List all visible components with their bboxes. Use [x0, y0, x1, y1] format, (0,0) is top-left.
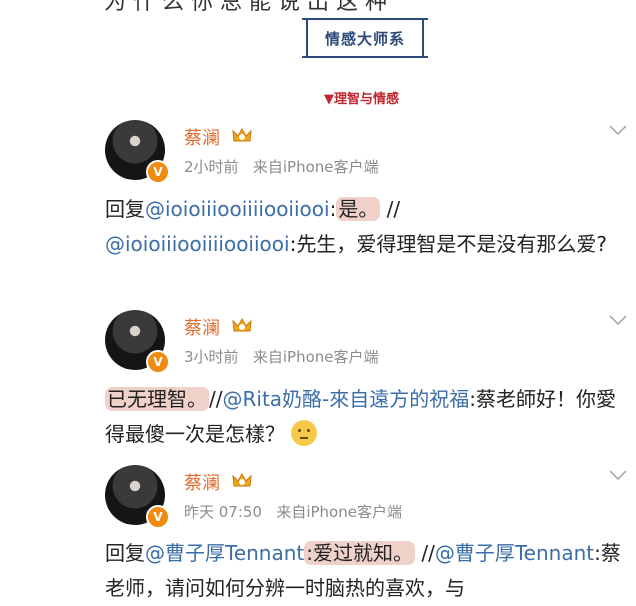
vip-crown-icon	[232, 317, 252, 332]
highlighted-reply: :爱过就知。	[304, 541, 415, 565]
thinking-emoji-icon	[291, 420, 318, 446]
highlighted-reply: 已无理智。	[105, 387, 209, 411]
verified-v-icon: V	[146, 505, 170, 529]
quoted-question: :先生，爱得理智是不是没有那么爱?	[289, 232, 607, 256]
repost-slashes: //	[209, 387, 223, 411]
comment-text: 已无理智。//@Rita奶酪-來自遠方的祝福:蔡老師好！你愛得最傻一次是怎樣？	[105, 382, 630, 452]
reply-prefix: 回复	[105, 541, 145, 565]
top-cut-text: 为 什 么 你 总 能 说 出 这 种	[104, 0, 387, 15]
mention-link[interactable]: @Rita奶酪-來自遠方的祝福	[222, 387, 469, 411]
chevron-down-icon[interactable]	[608, 124, 628, 136]
comment-text: 回复@ioioiiiooiiiiooiiooi: 是。 // @ioioiiioo…	[105, 192, 630, 262]
post-meta: 3小时前 来自iPhone客户端	[184, 346, 379, 367]
mention-link[interactable]: @ioioiiiooiiiiooiiooi	[105, 232, 290, 256]
mention-link[interactable]: @ioioiiiooiiiiooiiooi	[145, 197, 330, 221]
post-time: 昨天 07:50	[184, 503, 262, 521]
vip-crown-icon	[232, 127, 252, 142]
post-meta: 昨天 07:50 来自iPhone客户端	[184, 501, 402, 522]
category-badge-label: 情感大师系	[324, 29, 405, 48]
author-name[interactable]: 蔡澜	[184, 314, 220, 340]
post-time: 2小时前	[184, 158, 239, 176]
post-meta: 2小时前 来自iPhone客户端	[184, 156, 379, 177]
section-title: ▼理智与情感	[324, 92, 399, 107]
comment-text: 回复@曹子厚Tennant:爱过就知。 //@曹子厚Tennant:蔡老师，请问…	[105, 536, 630, 606]
repost-slashes: //	[380, 197, 401, 221]
reply-prefix: 回复	[105, 197, 145, 221]
post-source: 来自iPhone客户端	[252, 158, 379, 176]
category-badge: 情感大师系	[302, 18, 428, 58]
repost-slashes: //	[421, 541, 435, 565]
mention-link[interactable]: @曹子厚Tennant	[145, 541, 304, 565]
post-source: 来自iPhone客户端	[252, 348, 379, 366]
mention-link[interactable]: @曹子厚Tennant	[435, 541, 594, 565]
highlighted-reply: 是。	[336, 197, 381, 221]
vip-crown-icon	[232, 472, 252, 487]
verified-v-icon: V	[146, 350, 170, 374]
author-name[interactable]: 蔡澜	[184, 124, 220, 150]
chevron-down-icon[interactable]	[608, 314, 628, 326]
post-time: 3小时前	[184, 348, 239, 366]
verified-v-icon: V	[146, 160, 170, 184]
post-source: 来自iPhone客户端	[276, 503, 402, 521]
author-name[interactable]: 蔡澜	[184, 469, 220, 495]
chevron-down-icon[interactable]	[608, 469, 628, 481]
